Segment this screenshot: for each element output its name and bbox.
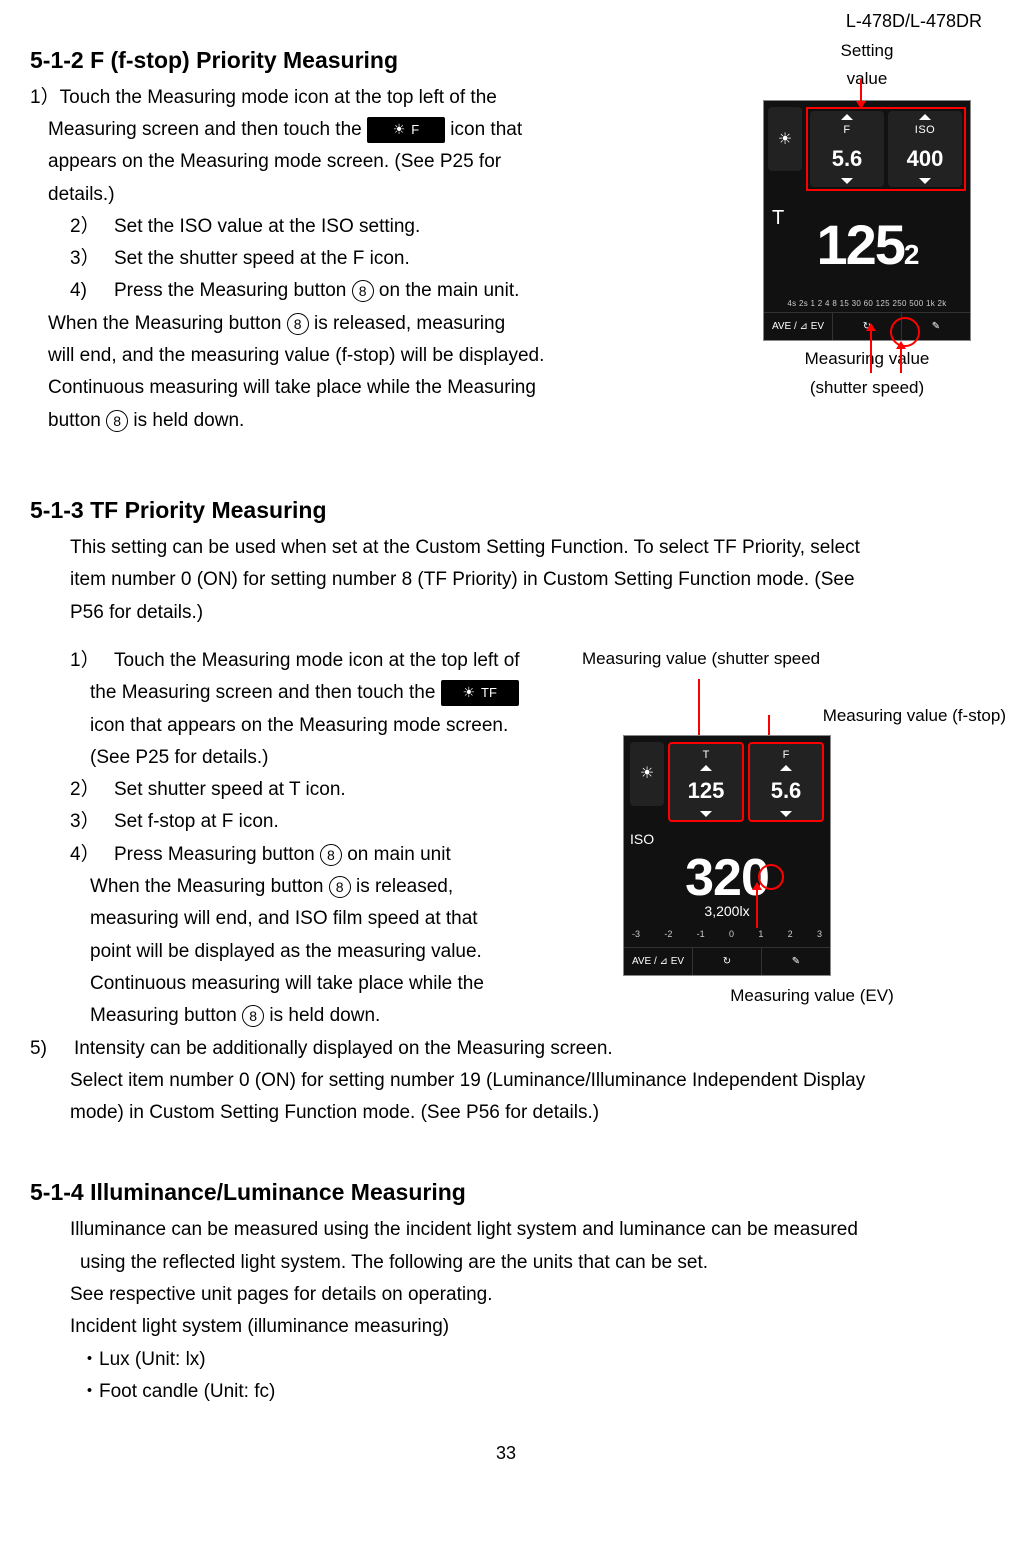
- ave-ev-button[interactable]: AVE / ⊿ EV: [624, 948, 693, 975]
- p512-intro-c: icon that: [450, 119, 522, 140]
- fig2-label-f: Measuring value (f-stop): [582, 702, 1006, 731]
- red-arrow-down-icon: [698, 679, 700, 741]
- device-figure-1: ☀ F 5.6 ISO 400: [763, 100, 971, 341]
- red-arrow-up-icon: [756, 884, 758, 928]
- iso-value: 320: [630, 852, 824, 904]
- mode-f-icon[interactable]: ☀ F: [367, 117, 445, 143]
- device-figure-2: ☀ T 125 F 5.6: [623, 735, 831, 976]
- f-setting-box[interactable]: F 5.6: [748, 742, 824, 822]
- step-num-3: 3）: [70, 243, 114, 275]
- step-num-4: 4）: [70, 839, 114, 871]
- step-num-3: 3）: [70, 806, 114, 838]
- step-num-2: 2）: [70, 211, 114, 243]
- mode-button[interactable]: ☀: [768, 107, 802, 171]
- down-arrow-icon[interactable]: [700, 811, 712, 817]
- ev-scale: -3 -2 -1 0 1 2 3: [624, 925, 830, 946]
- step-3: Set the shutter speed at the F icon.: [114, 243, 752, 275]
- red-arrow-down-icon: [860, 79, 862, 109]
- down-arrow-icon[interactable]: [841, 178, 853, 184]
- heading-513: 5-1-3 TF Priority Measuring: [30, 491, 982, 530]
- settings-button[interactable]: ✎: [762, 948, 830, 975]
- red-arrow-up-icon: [870, 325, 872, 373]
- mode-tf-icon[interactable]: ☀ TF: [441, 680, 519, 706]
- sun-icon: ☀: [393, 118, 406, 142]
- fig1-meas-label-a: Measuring value: [752, 345, 982, 374]
- sun-icon: ☀: [462, 681, 475, 705]
- t-label: T: [772, 201, 784, 235]
- f-setting-box[interactable]: F 5.6: [810, 111, 884, 187]
- lux-value: 3,200lx: [630, 900, 824, 924]
- circled-8-icon: 8: [329, 876, 351, 898]
- fig1-setting-label-b: value: [752, 65, 982, 94]
- step-2: Set the ISO value at the ISO setting.: [114, 211, 752, 243]
- down-arrow-icon[interactable]: [780, 811, 792, 817]
- ave-ev-button[interactable]: AVE / ⊿ EV: [764, 313, 833, 340]
- heading-512: 5-1-2 F (f-stop) Priority Measuring: [30, 41, 752, 80]
- circled-8-icon: 8: [106, 410, 128, 432]
- up-arrow-icon[interactable]: [700, 765, 712, 771]
- up-arrow-icon[interactable]: [919, 114, 931, 120]
- shutter-scale: 4s 2s 1 2 4 8 15 30 60 125 250 500 1k 2k: [764, 297, 970, 313]
- circled-8-icon: 8: [320, 844, 342, 866]
- circled-8-icon: 8: [242, 1005, 264, 1027]
- step-num-1: 1）: [70, 645, 114, 677]
- fig2-label-ss: Measuring value (shutter speed: [582, 645, 982, 674]
- circled-8-icon: 8: [352, 280, 374, 302]
- red-arrow-up-icon: [900, 343, 902, 373]
- up-arrow-icon[interactable]: [841, 114, 853, 120]
- mode-button[interactable]: ☀: [630, 742, 664, 806]
- p512-intro-d: appears on the Measuring mode screen. (S…: [30, 146, 752, 178]
- fig1-setting-label-a: Setting: [752, 37, 982, 66]
- circled-8-icon: 8: [287, 313, 309, 335]
- t-setting-box[interactable]: T 125: [668, 742, 744, 822]
- up-arrow-icon[interactable]: [780, 765, 792, 771]
- heading-514: 5-1-4 Illuminance/Luminance Measuring: [30, 1173, 982, 1212]
- page-number: 33: [30, 1438, 982, 1469]
- p512-intro-b: Measuring screen and then touch the: [48, 119, 362, 140]
- refresh-button[interactable]: ↻: [693, 948, 762, 975]
- step-num-2: 2）: [70, 774, 114, 806]
- p512-intro-a: 1）Touch the Measuring mode icon at the t…: [30, 82, 752, 114]
- shutter-speed-value: 1252: [770, 197, 964, 292]
- fig1-meas-label-b: (shutter speed): [752, 374, 982, 403]
- down-arrow-icon[interactable]: [919, 178, 931, 184]
- fig2-label-ev: Measuring value (EV): [642, 982, 982, 1011]
- p512-intro-e: details.): [30, 179, 752, 211]
- step-num-5: 5): [30, 1033, 74, 1065]
- step-num-4: 4): [70, 275, 114, 307]
- model-label: L-478D/L-478DR: [30, 0, 982, 37]
- iso-setting-box[interactable]: ISO 400: [888, 111, 962, 187]
